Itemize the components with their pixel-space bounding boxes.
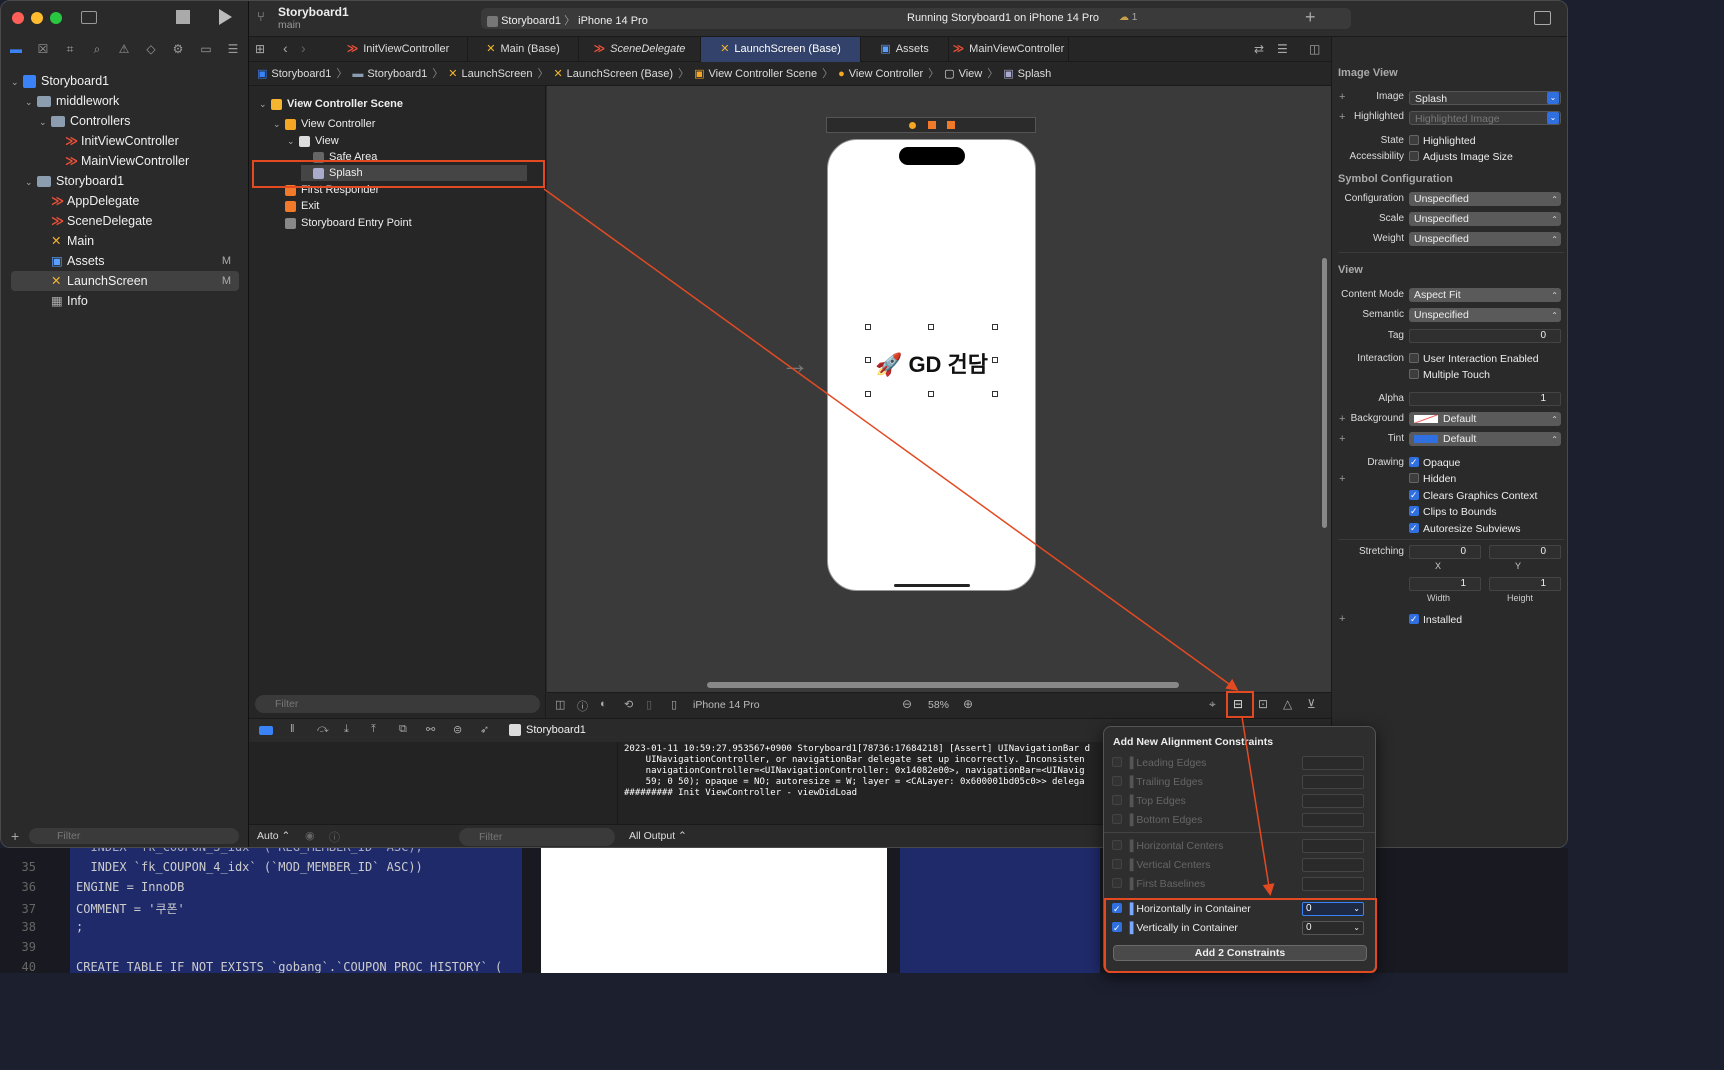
annotation-arrows xyxy=(543,188,1275,896)
arrow-to-align-button xyxy=(543,188,1239,691)
arrow-to-constraints xyxy=(1241,716,1275,896)
